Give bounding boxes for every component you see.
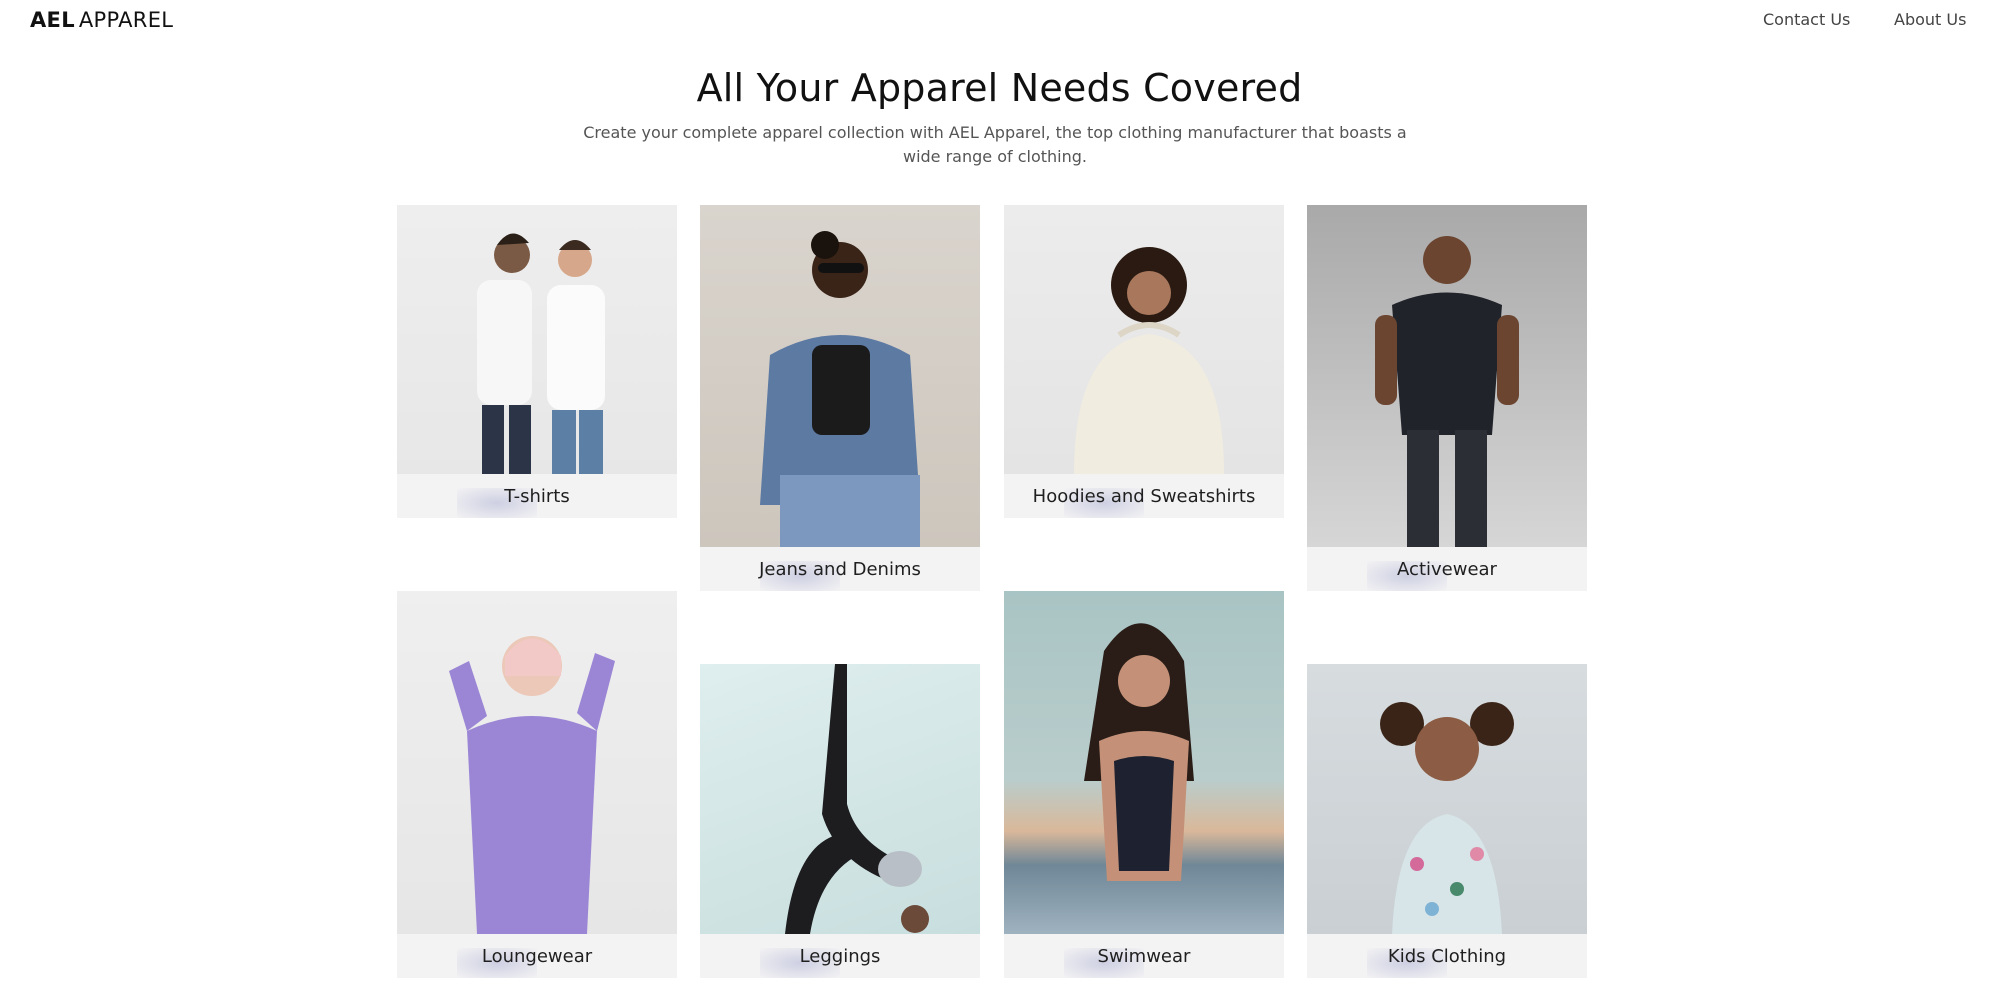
- category-label-tshirts: T-shirts: [397, 474, 677, 518]
- category-label-leggings: Leggings: [700, 934, 980, 978]
- category-image-activewear: [1307, 205, 1587, 547]
- category-label-activewear: Activewear: [1307, 547, 1587, 591]
- category-card-leggings[interactable]: Leggings: [700, 664, 980, 978]
- page-title: All Your Apparel Needs Covered: [696, 66, 1303, 110]
- category-label-loungewear: Loungewear: [397, 934, 677, 978]
- category-card-kids[interactable]: Kids Clothing: [1307, 664, 1587, 978]
- category-image-kids: [1307, 664, 1587, 934]
- category-image-tshirts: [397, 205, 677, 474]
- category-image-hoodies: [1004, 205, 1284, 474]
- category-card-hoodies[interactable]: Hoodies and Sweatshirts: [1004, 205, 1284, 518]
- category-card-activewear[interactable]: Activewear: [1307, 205, 1587, 591]
- category-label-swimwear: Swimwear: [1004, 934, 1284, 978]
- category-image-swimwear: [1004, 591, 1284, 934]
- logo-light-text: APPAREL: [78, 8, 174, 32]
- logo-bold-text: AEL: [30, 8, 75, 32]
- category-image-leggings: [700, 664, 980, 934]
- category-card-jeans[interactable]: Jeans and Denims: [700, 205, 980, 591]
- category-image-loungewear: [397, 591, 677, 934]
- page-subtitle: Create your complete apparel collection …: [583, 123, 1407, 166]
- nav-contact-link[interactable]: Contact Us: [1763, 10, 1850, 29]
- category-label-jeans: Jeans and Denims: [700, 547, 980, 591]
- category-card-loungewear[interactable]: Loungewear: [397, 591, 677, 978]
- nav-about-link[interactable]: About Us: [1894, 10, 1966, 29]
- category-image-jeans: [700, 205, 980, 547]
- top-nav: AEL APPAREL Contact Us About Us: [0, 0, 1999, 40]
- brand-logo[interactable]: AEL APPAREL: [30, 8, 173, 32]
- category-label-kids: Kids Clothing: [1307, 934, 1587, 978]
- category-label-hoodies: Hoodies and Sweatshirts: [1004, 474, 1284, 518]
- category-card-swimwear[interactable]: Swimwear: [1004, 591, 1284, 978]
- category-card-tshirts[interactable]: T-shirts: [397, 205, 677, 518]
